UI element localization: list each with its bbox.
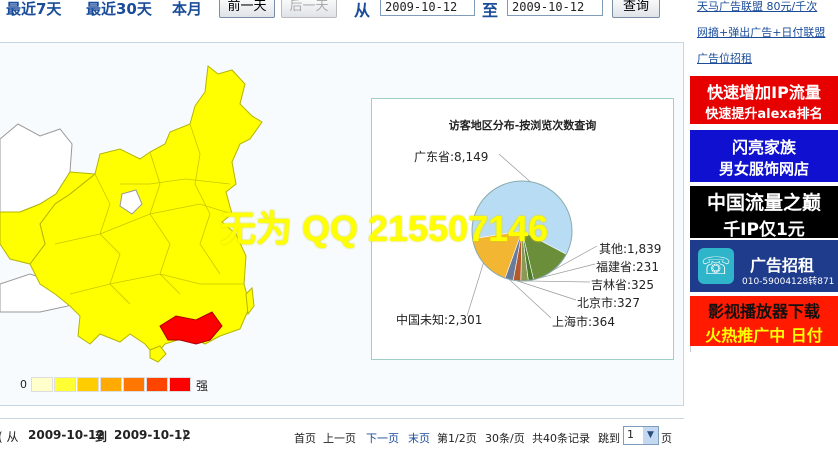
last-7-days-link[interactable]: 最近7天: [6, 0, 61, 19]
range-to-word: 到: [95, 430, 108, 444]
last-30-days-link[interactable]: 最近30天: [86, 0, 152, 19]
ad-banner-fashion-line1: 闪亮家族: [731, 138, 796, 157]
next-day-button[interactable]: 后一天: [281, 0, 337, 18]
pie-leader-line: [524, 280, 591, 283]
ad-banner-ip-traffic[interactable]: 快速增加IP流量 快速提升alexa排名: [690, 76, 838, 124]
chevron-down-icon[interactable]: ▼: [643, 427, 658, 444]
legend-swatch: [77, 377, 99, 392]
range-to: 2009-10-12: [114, 428, 191, 442]
ad-link-rent[interactable]: 广告位招租: [697, 50, 752, 66]
last-page-link[interactable]: 末页: [408, 430, 430, 446]
from-date-input[interactable]: 2009-10-12: [380, 0, 475, 16]
pie-label-fujian: 福建省:231: [596, 260, 659, 274]
pie-label-other: 其他:1,839: [599, 242, 662, 256]
page-info: 第1/2页: [437, 432, 477, 445]
ad-banner-player-line1: 影视播放器下载: [707, 302, 820, 321]
range-suffix: ): [182, 428, 187, 442]
phone-icon: ☏: [698, 248, 734, 284]
ad-banner-ip-line1: 快速增加IP流量: [707, 83, 821, 102]
map-taiwan[interactable]: [245, 286, 255, 316]
ad-banner-player[interactable]: 影视播放器下载 火热推广中 日付: [690, 296, 838, 346]
page-select-value: 1: [627, 428, 634, 441]
legend-swatch: [31, 377, 53, 392]
legend-swatch: [123, 377, 145, 392]
to-label: 至: [482, 1, 499, 20]
jump-label: 跳到: [598, 432, 620, 445]
pie-label-jilin: 吉林省:325: [591, 278, 654, 292]
legend-swatch: [146, 377, 168, 392]
query-button[interactable]: 查询: [612, 0, 660, 18]
ad-banner-traffic-line1: 中国流量之巅: [706, 192, 821, 214]
from-label: 从: [354, 1, 371, 20]
first-page-link[interactable]: 首页: [294, 430, 316, 446]
ad-column-border: [690, 346, 838, 352]
page-select[interactable]: 1 ▼: [623, 426, 659, 445]
legend-swatch: [169, 377, 191, 392]
pie-label-guangdong: 广东省:8,149: [414, 150, 489, 164]
ad-banner-rent-phone: 010-59004128转871: [742, 277, 835, 287]
legend-low-label: 0: [20, 378, 27, 391]
ad-link-wangzhai[interactable]: 网摘+弹出广告+日付联盟: [697, 24, 825, 40]
range-from: 2009-10-12: [28, 428, 105, 442]
ad-banner-rent-title: 广告招租: [750, 256, 815, 275]
pie-label-beijing: 北京市:327: [577, 296, 640, 310]
pie-label-unknown: 中国未知:2,301: [396, 313, 483, 327]
legend-high-label: 强: [196, 379, 209, 393]
prev-page-link[interactable]: 上一页: [323, 430, 356, 446]
ad-banner-player-line2: 火热推广中 日付: [705, 326, 823, 345]
pie-leader-line: [516, 280, 577, 301]
ad-banner-china-traffic[interactable]: 中国流量之巅 千IP仅1元: [690, 186, 838, 238]
total-records: 共40条记录: [532, 432, 590, 445]
legend-swatch: [100, 377, 122, 392]
ad-link-tianma[interactable]: 天马广告联盟 80元/千次: [697, 0, 817, 14]
pie-label-shanghai: 上海市:364: [552, 315, 615, 329]
pie-leader-line: [466, 262, 484, 317]
per-page-info: 30条/页: [485, 432, 525, 445]
ad-banner-ip-line2: 快速提升alexa排名: [705, 107, 823, 122]
watermark-text: 无为 QQ 215507146: [220, 208, 549, 249]
range-prefix: ( 从: [0, 430, 19, 444]
ad-banner-traffic-line2: 千IP仅1元: [723, 220, 805, 238]
prev-day-button[interactable]: 前一天: [219, 0, 275, 18]
this-month-link[interactable]: 本月: [172, 0, 202, 19]
ad-banner-fashion-line2: 男女服饰网店: [718, 160, 809, 178]
page-unit-label: 页: [661, 432, 672, 445]
legend-swatch: [54, 377, 76, 392]
to-date-input[interactable]: 2009-10-12: [507, 0, 603, 16]
next-page-link[interactable]: 下一页: [366, 430, 399, 446]
pie-leader-line: [498, 153, 531, 182]
ad-banner-fashion[interactable]: 闪亮家族 男女服饰网店: [690, 130, 838, 182]
ad-banner-rent[interactable]: ☏ 广告招租 010-59004128转871: [690, 240, 838, 292]
